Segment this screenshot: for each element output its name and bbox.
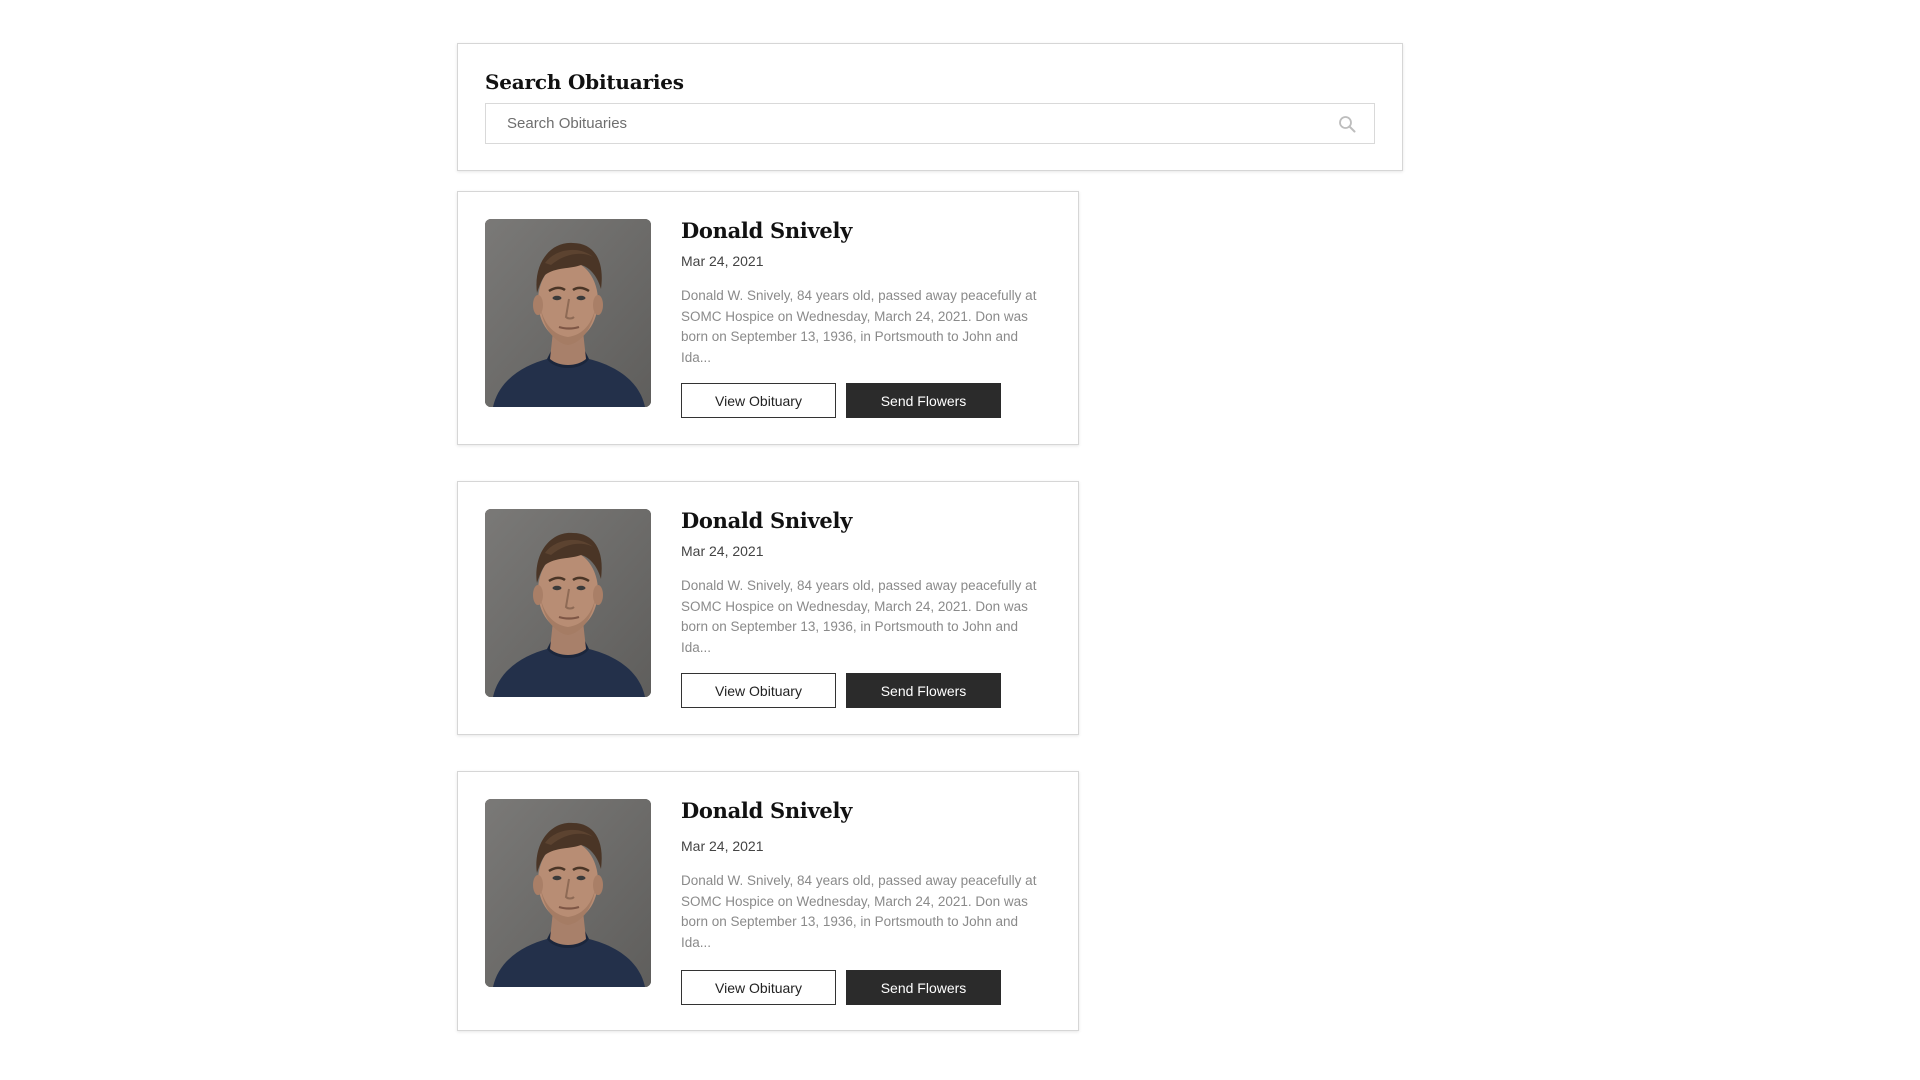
send-flowers-button[interactable]: Send Flowers (846, 383, 1001, 418)
send-flowers-button[interactable]: Send Flowers (846, 673, 1001, 708)
obituary-photo[interactable] (485, 799, 651, 987)
obituary-card: Donald Snively Mar 24, 2021 Donald W. Sn… (457, 771, 1079, 1031)
obituary-photo[interactable] (485, 509, 651, 697)
search-panel: Search Obituaries (457, 43, 1403, 171)
obituary-summary: Donald W. Snively, 84 years old, passed … (681, 288, 1037, 365)
obituary-card: Donald Snively Mar 24, 2021 Donald W. Sn… (457, 191, 1079, 445)
obituary-photo[interactable] (485, 219, 651, 407)
view-obituary-button[interactable]: View Obituary (681, 383, 836, 418)
obituary-date: Mar 24, 2021 (681, 253, 764, 269)
obituary-name[interactable]: Donald Snively (681, 798, 852, 823)
search-box (485, 103, 1375, 144)
search-input[interactable] (486, 104, 1306, 143)
obituary-name[interactable]: Donald Snively (681, 218, 852, 243)
view-obituary-button[interactable]: View Obituary (681, 970, 836, 1005)
obituaries-page: Search Obituaries Donald Snively Mar 24,… (0, 0, 1920, 1080)
obituary-summary: Donald W. Snively, 84 years old, passed … (681, 578, 1037, 655)
search-title: Search Obituaries (485, 70, 684, 94)
obituary-date: Mar 24, 2021 (681, 838, 764, 854)
view-obituary-button[interactable]: View Obituary (681, 673, 836, 708)
send-flowers-button[interactable]: Send Flowers (846, 970, 1001, 1005)
obituary-card: Donald Snively Mar 24, 2021 Donald W. Sn… (457, 481, 1079, 735)
obituary-date: Mar 24, 2021 (681, 543, 764, 559)
search-icon[interactable] (1338, 115, 1356, 133)
obituary-summary: Donald W. Snively, 84 years old, passed … (681, 873, 1037, 950)
obituary-name[interactable]: Donald Snively (681, 508, 852, 533)
